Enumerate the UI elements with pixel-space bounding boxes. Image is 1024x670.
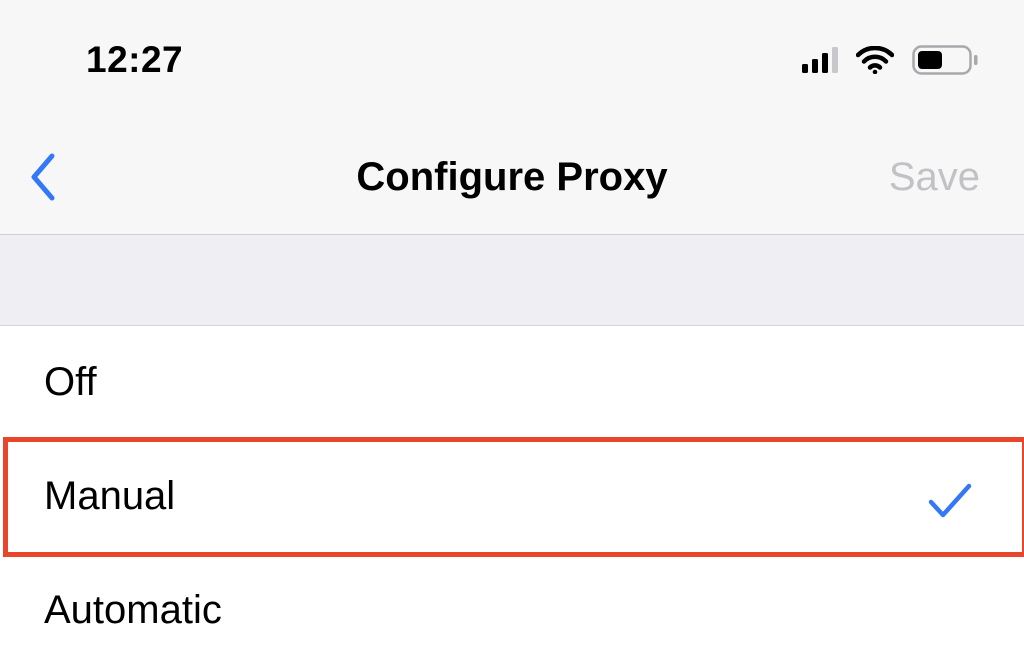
option-label: Automatic bbox=[44, 588, 222, 632]
top-bar: 12:27 Configure Proxy Save bbox=[0, 0, 1024, 235]
cellular-signal-icon bbox=[802, 47, 838, 73]
page-title: Configure Proxy bbox=[356, 155, 668, 199]
checkmark-icon bbox=[928, 483, 972, 518]
option-automatic[interactable]: Automatic bbox=[0, 555, 1024, 669]
save-button[interactable]: Save bbox=[889, 152, 980, 202]
status-icons bbox=[802, 40, 978, 80]
option-manual[interactable]: Manual bbox=[0, 441, 1024, 555]
proxy-option-list: Off Manual Automatic bbox=[0, 327, 1024, 669]
battery-icon bbox=[912, 45, 978, 75]
option-label: Manual bbox=[44, 474, 176, 518]
section-spacer bbox=[0, 235, 1024, 326]
status-time: 12:27 bbox=[86, 39, 184, 80]
option-label: Off bbox=[44, 360, 97, 404]
option-off[interactable]: Off bbox=[0, 327, 1024, 441]
wifi-icon bbox=[856, 46, 894, 74]
